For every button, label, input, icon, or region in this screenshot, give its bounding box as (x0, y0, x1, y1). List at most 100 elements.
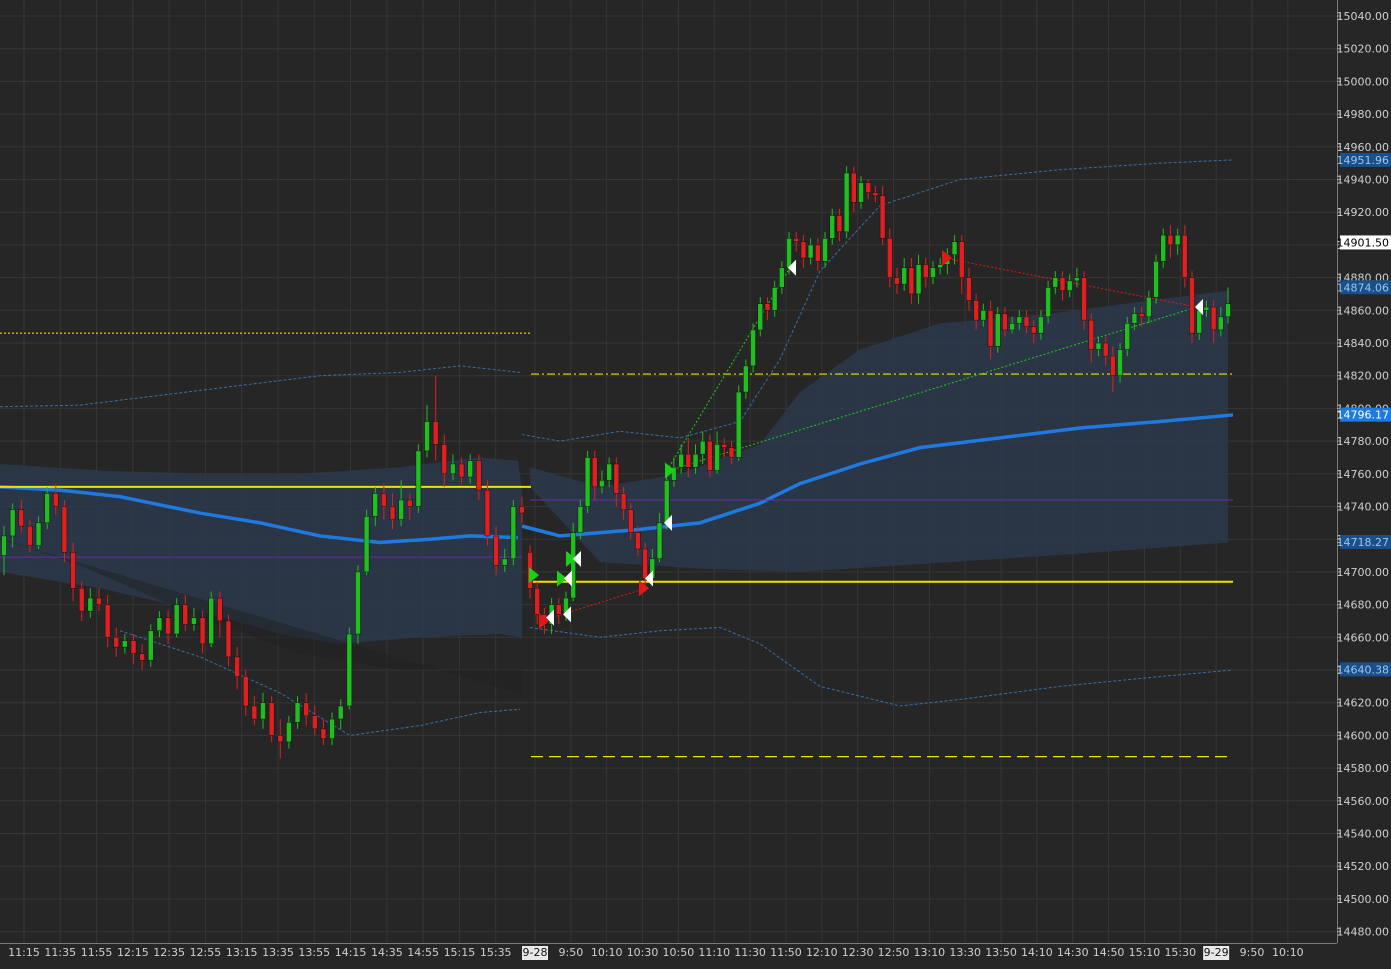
candlestick-chart[interactable]: 15040.0015020.0015000.0014980.0014960.00… (0, 0, 1391, 965)
candle-body (1132, 314, 1137, 324)
candle-body (416, 451, 421, 507)
candle-body (140, 654, 145, 661)
candle-body (1010, 323, 1015, 330)
candle-body (10, 510, 15, 536)
candle-body (1110, 356, 1115, 376)
price-tick-label: 14920.00 (1337, 206, 1390, 219)
candle (1154, 255, 1159, 304)
time-tick-label: 11:15 (8, 946, 40, 959)
candle-body (923, 265, 928, 278)
candle-body (131, 641, 136, 654)
time-axis[interactable]: 11:1511:3511:5512:1512:3512:5513:1513:35… (0, 944, 1337, 965)
candle-body (217, 598, 222, 621)
candle-body (399, 500, 404, 520)
candle-body (53, 493, 58, 506)
price-axis[interactable]: 15040.0015020.0015000.0014980.0014960.00… (1337, 0, 1391, 965)
candle-body (1053, 278, 1058, 288)
candle-body (183, 605, 188, 625)
candle-body (433, 421, 438, 444)
candle-body (191, 618, 196, 625)
price-badge-label: 14951.96 (1337, 154, 1390, 167)
candle-body (1024, 317, 1029, 327)
candle-body (693, 454, 698, 467)
price-tick-label: 14680.00 (1337, 599, 1390, 612)
candle (1190, 271, 1195, 343)
candle-body (837, 215, 842, 231)
candle-body (166, 618, 171, 634)
time-tick-label: 14:15 (335, 946, 367, 959)
time-tick-label: 14:30 (1057, 946, 1089, 959)
candle-body (252, 706, 257, 719)
candle-body (974, 300, 979, 320)
price-badge-label: 14901.50 (1337, 236, 1390, 249)
candle-body (1103, 343, 1108, 356)
candle-body (823, 238, 828, 261)
candle-body (801, 242, 806, 258)
price-tick-label: 14540.00 (1337, 828, 1390, 841)
candle-body (157, 618, 162, 631)
candle-body (556, 605, 561, 615)
candle-body (707, 441, 712, 470)
candle (416, 444, 421, 513)
candle-body (851, 173, 856, 202)
time-tick-label: 13:50 (985, 946, 1017, 959)
candle-body (347, 634, 352, 706)
candle-body (1031, 327, 1036, 334)
candle (585, 451, 590, 513)
candle-body (79, 588, 84, 611)
candle-body (459, 464, 464, 477)
price-tick-label: 14580.00 (1337, 762, 1390, 775)
candle-body (628, 510, 633, 533)
chart-canvas[interactable]: 15040.0015020.0015000.0014980.0014960.00… (0, 0, 1391, 965)
price-tick-label: 15020.00 (1337, 43, 1390, 56)
candle-body (1182, 235, 1187, 278)
time-tick-label: 11:30 (734, 946, 766, 959)
candle-body (772, 287, 777, 310)
time-tick-label: 10:50 (663, 946, 695, 959)
candle (736, 386, 741, 461)
time-tick-label: 15:10 (1129, 946, 1161, 959)
candle-body (729, 448, 734, 458)
candle-body (988, 310, 993, 346)
price-tick-label: 14520.00 (1337, 860, 1390, 873)
candle-body (722, 444, 727, 447)
price-badge-label: 14718.27 (1337, 536, 1390, 549)
candle-body (765, 304, 770, 311)
candle-body (1139, 314, 1144, 317)
candle-body (873, 193, 878, 196)
price-badge-label: 14640.38 (1337, 663, 1390, 676)
candle-body (364, 516, 369, 572)
candle-body (758, 304, 763, 330)
candle-body (494, 536, 499, 565)
time-tick-label: 9-28 (523, 946, 548, 959)
candle-body (355, 572, 360, 634)
candle-body (2, 536, 7, 556)
candle-body (1074, 278, 1079, 281)
time-tick-label: 12:30 (842, 946, 874, 959)
price-tick-label: 14980.00 (1337, 108, 1390, 121)
candle-body (830, 215, 835, 238)
candle-body (96, 598, 101, 605)
candle-body (887, 238, 892, 277)
candle-body (643, 549, 648, 578)
candle-body (122, 641, 127, 648)
candle-body (468, 461, 473, 477)
candle-body (909, 268, 914, 294)
candle-body (330, 719, 335, 739)
candle (707, 435, 712, 478)
candle-body (36, 523, 41, 546)
time-tick-label: 13:55 (298, 946, 330, 959)
time-tick-label: 12:50 (878, 946, 910, 959)
candle-body (261, 703, 266, 719)
candle-body (1175, 235, 1180, 245)
candle-body (787, 238, 792, 267)
candle-body (71, 552, 76, 588)
candle-body (952, 242, 957, 255)
candle-body (1082, 278, 1087, 321)
candle (347, 627, 352, 709)
candle-body (966, 278, 971, 301)
candle-body (312, 716, 317, 729)
price-tick-label: 14500.00 (1337, 893, 1390, 906)
time-tick-label: 14:50 (1093, 946, 1125, 959)
candle-body (751, 330, 756, 366)
